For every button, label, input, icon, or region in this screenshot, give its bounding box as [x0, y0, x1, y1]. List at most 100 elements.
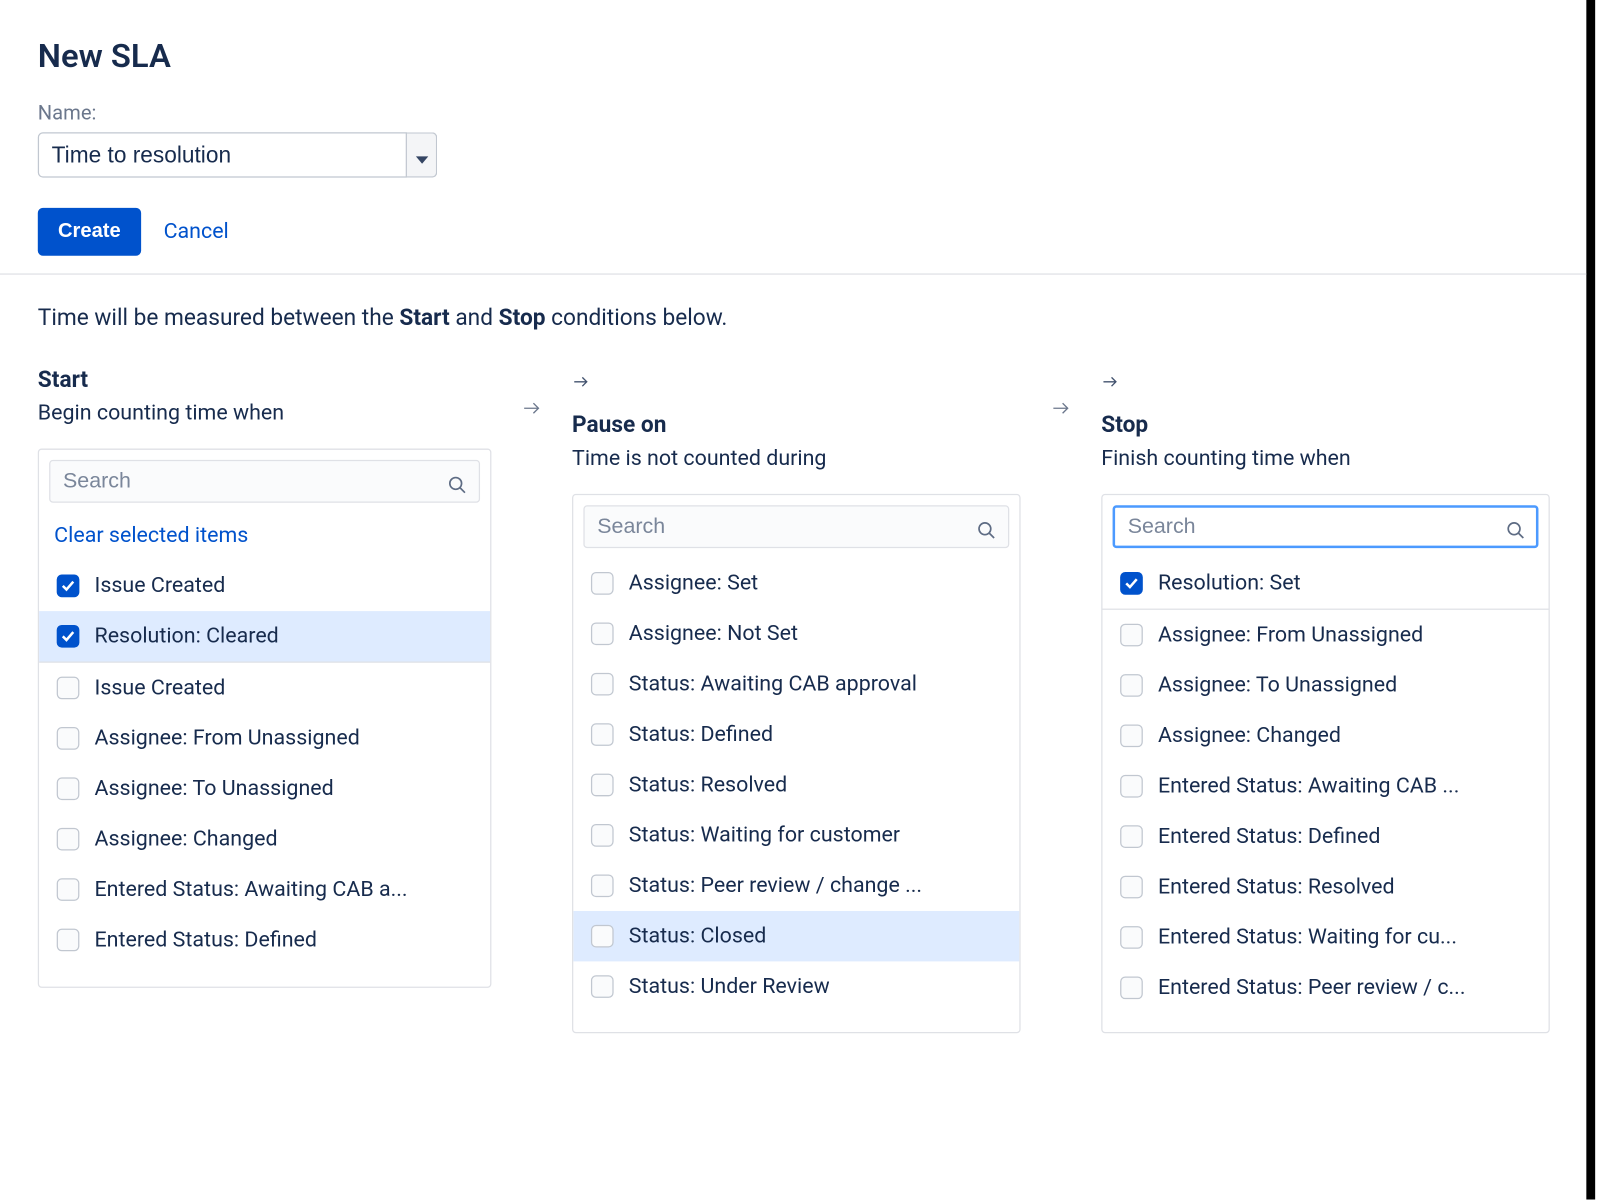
- checkbox[interactable]: [591, 774, 614, 797]
- arrow-separator: [491, 367, 572, 425]
- checkbox[interactable]: [591, 824, 614, 847]
- intro-start: Start: [399, 305, 449, 331]
- caret-down-icon: [415, 140, 428, 170]
- list-item[interactable]: Issue Created: [39, 561, 490, 611]
- list-item[interactable]: Status: Resolved: [573, 760, 1019, 810]
- list-item[interactable]: Entered Status: Defined: [1103, 811, 1549, 861]
- name-label: Name:: [38, 101, 1549, 125]
- list-item-label: Resolution: Set: [1158, 571, 1301, 596]
- checkbox[interactable]: [57, 777, 80, 800]
- clear-selected-link[interactable]: Clear selected items: [49, 513, 480, 561]
- list-item[interactable]: Assignee: Set: [573, 558, 1019, 608]
- checkbox[interactable]: [1120, 674, 1143, 697]
- checkbox[interactable]: [591, 673, 614, 696]
- checkbox[interactable]: [57, 727, 80, 750]
- checkbox[interactable]: [57, 575, 80, 598]
- checkbox[interactable]: [591, 975, 614, 998]
- list-item-label: Entered Status: Defined: [95, 927, 317, 952]
- list-item[interactable]: Status: Closed: [573, 911, 1019, 961]
- search-icon: [977, 517, 997, 537]
- checkbox[interactable]: [57, 878, 80, 901]
- pause-subheading: Time is not counted during: [572, 446, 1021, 471]
- list-item-label: Assignee: Changed: [95, 827, 278, 852]
- stop-column: Stop Finish counting time when Resolutio…: [1101, 367, 1550, 1034]
- list-item-label: Status: Waiting for customer: [629, 823, 900, 848]
- list-item-label: Entered Status: Defined: [1158, 824, 1380, 849]
- list-item[interactable]: Entered Status: Peer review / c...: [1103, 963, 1549, 1013]
- checkbox[interactable]: [57, 677, 80, 700]
- search-icon: [447, 471, 467, 491]
- list-item-label: Resolution: Cleared: [95, 624, 279, 649]
- list-item-label: Entered Status: Resolved: [1158, 874, 1395, 899]
- list-item[interactable]: Status: Waiting for customer: [573, 810, 1019, 860]
- list-item[interactable]: Assignee: To Unassigned: [1103, 660, 1549, 710]
- list-item[interactable]: Entered Status: Defined: [39, 915, 490, 965]
- stop-panel: Resolution: Set Assignee: From Unassigne…: [1101, 494, 1550, 1033]
- list-item[interactable]: Status: Awaiting CAB approval: [573, 659, 1019, 709]
- list-item[interactable]: Assignee: From Unassigned: [39, 713, 490, 763]
- pause-panel: Assignee: Set Assignee: Not SetStatus: Aw…: [572, 494, 1021, 1033]
- intro-mid: and: [450, 305, 499, 331]
- start-subheading: Begin counting time when: [38, 401, 492, 426]
- checkbox[interactable]: [1120, 825, 1143, 848]
- checkbox[interactable]: [591, 622, 614, 645]
- cancel-link[interactable]: Cancel: [164, 219, 229, 244]
- pause-column: Pause on Time is not counted during Assi…: [572, 367, 1021, 1034]
- checkbox[interactable]: [591, 723, 614, 746]
- arrow-right-icon: [1101, 367, 1550, 397]
- checkbox[interactable]: [591, 925, 614, 948]
- sla-name-input[interactable]: [38, 132, 407, 177]
- list-item[interactable]: Assignee: From Unassigned: [1103, 610, 1549, 660]
- list-item-label: Entered Status: Waiting for cu...: [1158, 925, 1457, 950]
- sla-name-dropdown-toggle[interactable]: [407, 132, 437, 177]
- list-item[interactable]: Issue Created: [39, 663, 490, 713]
- list-item-label: Assignee: To Unassigned: [95, 776, 334, 801]
- list-item[interactable]: Assignee: Changed: [1103, 711, 1549, 761]
- checkbox[interactable]: [57, 625, 80, 648]
- list-item[interactable]: Assignee: Not Set: [573, 609, 1019, 659]
- list-item-label: Issue Created: [95, 675, 226, 700]
- checkbox[interactable]: [57, 929, 80, 952]
- checkbox[interactable]: [1120, 572, 1143, 595]
- list-item[interactable]: Status: Peer review / change ...: [573, 861, 1019, 911]
- list-item[interactable]: Resolution: Set: [1103, 558, 1549, 608]
- list-item-label: Entered Status: Peer review / c...: [1158, 975, 1466, 1000]
- list-item-label: Issue Created: [95, 573, 226, 598]
- arrow-right-icon: [1051, 394, 1071, 424]
- list-item-label: Assignee: To Unassigned: [1158, 673, 1397, 698]
- checkbox[interactable]: [57, 828, 80, 851]
- start-column: Start Begin counting time when Clear sel…: [38, 367, 492, 988]
- start-search-input[interactable]: [49, 460, 480, 503]
- list-item[interactable]: Entered Status: Awaiting CAB a...: [39, 864, 490, 914]
- list-item-label: Assignee: Changed: [1158, 723, 1341, 748]
- stop-subheading: Finish counting time when: [1101, 446, 1550, 471]
- pause-heading: Pause on: [572, 412, 1021, 438]
- list-item-label: Assignee: From Unassigned: [95, 726, 360, 751]
- list-item[interactable]: Resolution: Cleared: [39, 611, 490, 661]
- list-item-label: Entered Status: Awaiting CAB ...: [1158, 774, 1459, 799]
- intro-post: conditions below.: [546, 305, 728, 331]
- list-item-label: Entered Status: Awaiting CAB a...: [95, 877, 408, 902]
- list-item[interactable]: Entered Status: Resolved: [1103, 862, 1549, 912]
- checkbox[interactable]: [591, 874, 614, 897]
- list-item[interactable]: Entered Status: Awaiting CAB ...: [1103, 761, 1549, 811]
- checkbox[interactable]: [1120, 775, 1143, 798]
- arrow-right-icon: [522, 394, 542, 424]
- checkbox[interactable]: [591, 572, 614, 595]
- list-item[interactable]: Assignee: Changed: [39, 814, 490, 864]
- checkbox[interactable]: [1120, 977, 1143, 1000]
- list-item-label: Assignee: From Unassigned: [1158, 622, 1423, 647]
- stop-heading: Stop: [1101, 412, 1550, 438]
- create-button[interactable]: Create: [38, 208, 141, 256]
- checkbox[interactable]: [1120, 876, 1143, 899]
- stop-search-input[interactable]: [1113, 505, 1539, 548]
- list-item[interactable]: Entered Status: Waiting for cu...: [1103, 912, 1549, 962]
- list-item[interactable]: Assignee: To Unassigned: [39, 764, 490, 814]
- checkbox[interactable]: [1120, 624, 1143, 647]
- list-item-label: Assignee: Set: [629, 571, 758, 596]
- list-item[interactable]: Status: Under Review: [573, 961, 1019, 1011]
- list-item[interactable]: Status: Defined: [573, 709, 1019, 759]
- checkbox[interactable]: [1120, 926, 1143, 949]
- pause-search-input[interactable]: [583, 505, 1009, 548]
- checkbox[interactable]: [1120, 725, 1143, 748]
